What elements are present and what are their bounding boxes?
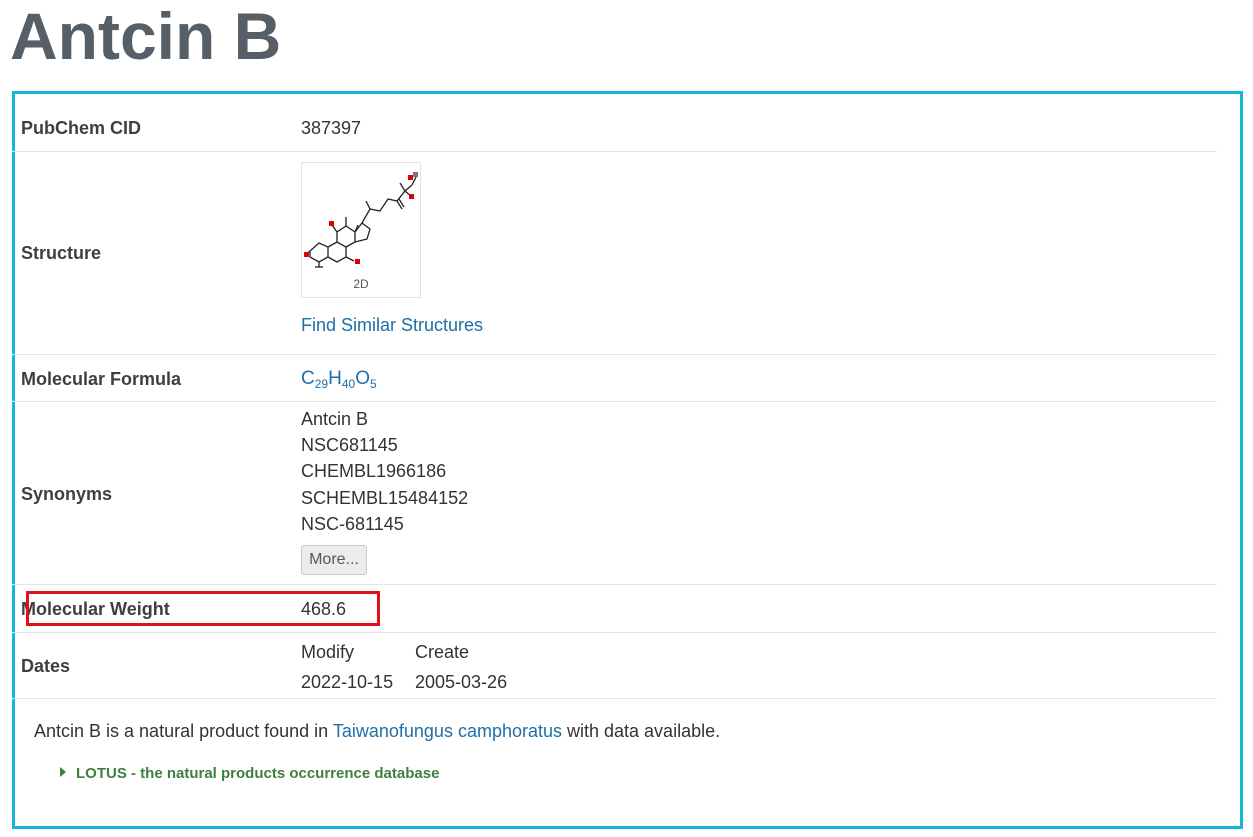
row-synonyms: Synonyms Antcin B NSC681145 CHEMBL196618… <box>12 402 1217 585</box>
dates-modify-value: 2022-10-15 <box>301 672 394 692</box>
compound-description: Antcin B is a natural product found in T… <box>34 721 720 742</box>
molecular-weight-highlight-box <box>26 591 380 626</box>
dates-label: Dates <box>21 656 71 676</box>
synonym-item: CHEMBL1966186 <box>301 461 447 482</box>
find-similar-structures-link[interactable]: Find Similar Structures <box>301 315 483 336</box>
description-text-after: with data available. <box>562 721 721 741</box>
page-title: Antcin B <box>10 0 282 73</box>
molecule-structure-image <box>304 172 418 268</box>
dates-modify-header: Modify <box>301 642 355 662</box>
expand-triangle-icon <box>60 767 66 777</box>
molecular-formula-link[interactable]: C29H40O5 <box>301 368 377 391</box>
structure-2d-caption: 2D <box>353 277 369 291</box>
dates-create-header: Create <box>415 642 470 662</box>
structure-label: Structure <box>21 243 102 263</box>
synonym-item: NSC681145 <box>301 435 398 456</box>
row-pubchem-cid: PubChem CID 387397 <box>12 104 1217 152</box>
row-molecular-formula: Molecular Formula C29H40O5 <box>12 355 1217 402</box>
pubchem-cid-value: 387397 <box>301 118 362 138</box>
organism-link[interactable]: Taiwanofungus camphoratus <box>333 721 562 741</box>
synonyms-list: Antcin B NSC681145 CHEMBL1966186 SCHEMBL… <box>301 406 468 537</box>
synonyms-more-button[interactable]: More... <box>301 545 367 575</box>
formula-element-h: H <box>328 368 342 389</box>
formula-element-c: C <box>301 368 315 389</box>
formula-count-o: 5 <box>369 377 377 391</box>
formula-count-c: 29 <box>314 377 329 391</box>
synonym-item: Antcin B <box>301 409 369 429</box>
row-dates: Dates Modify Create 2022-10-15 2005-03-26 <box>12 633 1217 699</box>
row-structure: Structure 2D Find Similar Structures <box>12 152 1217 355</box>
synonym-item: NSC-681145 <box>301 513 404 534</box>
pubchem-cid-label: PubChem CID <box>21 118 142 138</box>
formula-count-h: 40 <box>341 377 356 391</box>
formula-element-o: O <box>355 368 370 389</box>
structure-image-card[interactable]: 2D <box>301 162 421 298</box>
molecular-formula-label: Molecular Formula <box>21 369 182 389</box>
lotus-source-toggle[interactable]: LOTUS - the natural products occurrence … <box>60 765 439 782</box>
lotus-source-label: LOTUS - the natural products occurrence … <box>76 765 440 782</box>
synonym-item: SCHEMBL15484152 <box>301 487 469 508</box>
dates-table: Modify Create 2022-10-15 2005-03-26 <box>301 637 507 697</box>
synonyms-label: Synonyms <box>21 484 113 504</box>
description-text-before: Antcin B is a natural product found in <box>34 721 333 741</box>
dates-create-value: 2005-03-26 <box>415 672 508 692</box>
